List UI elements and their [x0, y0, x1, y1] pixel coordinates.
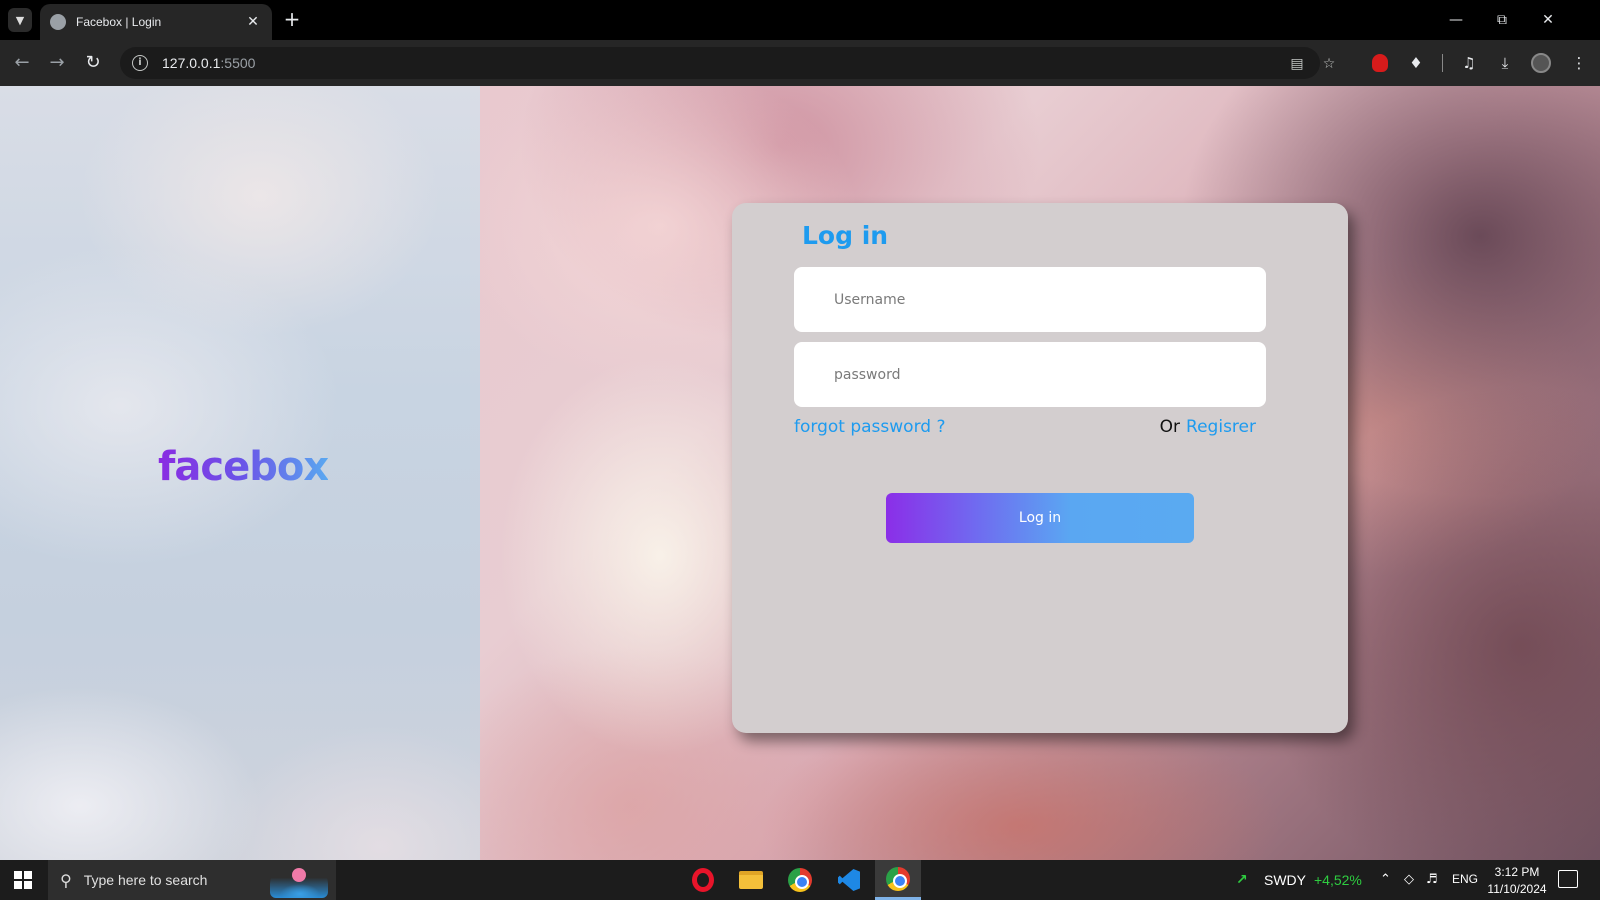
login-title: Log in	[802, 221, 889, 250]
register-link[interactable]: Regisrer	[1186, 417, 1256, 437]
clock-time: 3:12 PM	[1494, 865, 1540, 879]
page-viewport: facebox Log in forgot password ? OrRegis…	[0, 86, 1600, 860]
menu-kebab-icon[interactable]: ⋮	[1568, 52, 1590, 74]
chrome-app-icon[interactable]	[777, 860, 823, 900]
left-sky-panel: facebox	[0, 86, 480, 860]
profile-avatar[interactable]	[1530, 52, 1552, 74]
search-highlight-image	[270, 864, 328, 898]
notification-icon[interactable]	[1558, 870, 1578, 888]
browser-tab[interactable]: Facebox | Login ✕	[40, 4, 272, 40]
globe-icon	[50, 14, 66, 30]
browser-toolbar: ← → ↻ i 127.0.0.1:5500 ▤ ☆ ♦ ♫ ⤓ ⋮	[0, 40, 1600, 86]
toolbar-divider	[1442, 54, 1443, 72]
tab-title: Facebox | Login	[76, 15, 162, 29]
opera-app-icon[interactable]	[680, 860, 726, 900]
site-info-icon[interactable]: i	[132, 55, 148, 71]
tray-chevron-up-icon[interactable]: ⌃	[1380, 872, 1391, 887]
file-explorer-app-icon[interactable]	[728, 860, 774, 900]
forgot-password-link[interactable]: forgot password ?	[794, 417, 945, 437]
minimize-button[interactable]: —	[1440, 6, 1472, 34]
clock-date: 11/10/2024	[1487, 882, 1547, 896]
taskbar: ⚲ Type here to search ↗ SWDY +4,52% ⌃ ◇ …	[0, 860, 1600, 900]
login-card: Log in forgot password ? OrRegisrer Log …	[732, 203, 1348, 733]
translate-icon[interactable]: ▤	[1288, 55, 1306, 73]
forward-button[interactable]: →	[44, 50, 70, 76]
language-indicator[interactable]: ENG	[1452, 872, 1478, 886]
browser-titlebar: ▼ Facebox | Login ✕ + — ⧉ ✕	[0, 0, 1600, 40]
or-label: Or	[1159, 417, 1181, 437]
media-control-icon[interactable]: ♫	[1458, 52, 1480, 74]
extension-red-icon[interactable]	[1369, 52, 1391, 74]
login-button[interactable]: Log in	[886, 493, 1194, 543]
chrome-active-app-icon[interactable]	[875, 860, 921, 900]
back-button[interactable]: ←	[9, 50, 35, 76]
url-host: 127.0.0.1	[162, 55, 221, 71]
network-icon[interactable]: ◇	[1404, 872, 1414, 887]
vscode-app-icon[interactable]	[826, 860, 872, 900]
close-window-button[interactable]: ✕	[1532, 6, 1564, 34]
download-icon[interactable]: ⤓	[1494, 52, 1516, 74]
stock-name[interactable]: SWDY	[1264, 872, 1306, 888]
brand-logo: facebox	[158, 444, 329, 490]
address-bar[interactable]: i 127.0.0.1:5500 ▤ ☆	[120, 47, 1335, 79]
volume-icon[interactable]: ♬	[1426, 872, 1438, 887]
tab-search-button[interactable]: ▼	[8, 8, 32, 32]
system-clock[interactable]: 3:12 PM 11/10/2024	[1482, 864, 1552, 898]
password-input[interactable]	[794, 342, 1266, 407]
chevron-down-icon: ▼	[15, 13, 25, 27]
taskbar-search-placeholder: Type here to search	[83, 872, 208, 888]
search-icon: ⚲	[60, 870, 72, 890]
username-input[interactable]	[794, 267, 1266, 332]
extensions-puzzle-icon[interactable]: ♦	[1405, 52, 1427, 74]
taskbar-search[interactable]: ⚲ Type here to search	[48, 860, 336, 900]
bookmark-star-icon[interactable]: ☆	[1320, 55, 1338, 73]
reload-button[interactable]: ↻	[80, 50, 106, 76]
new-tab-button[interactable]: +	[280, 8, 304, 32]
windows-start-icon[interactable]	[14, 871, 32, 889]
url-port: :5500	[220, 55, 256, 71]
stock-trend-icon: ↗	[1236, 872, 1248, 888]
stock-change: +4,52%	[1314, 872, 1362, 888]
close-tab-icon[interactable]: ✕	[244, 14, 262, 30]
register-prompt: Or Regisrer	[1160, 417, 1256, 437]
restore-button[interactable]: ⧉	[1486, 6, 1518, 34]
